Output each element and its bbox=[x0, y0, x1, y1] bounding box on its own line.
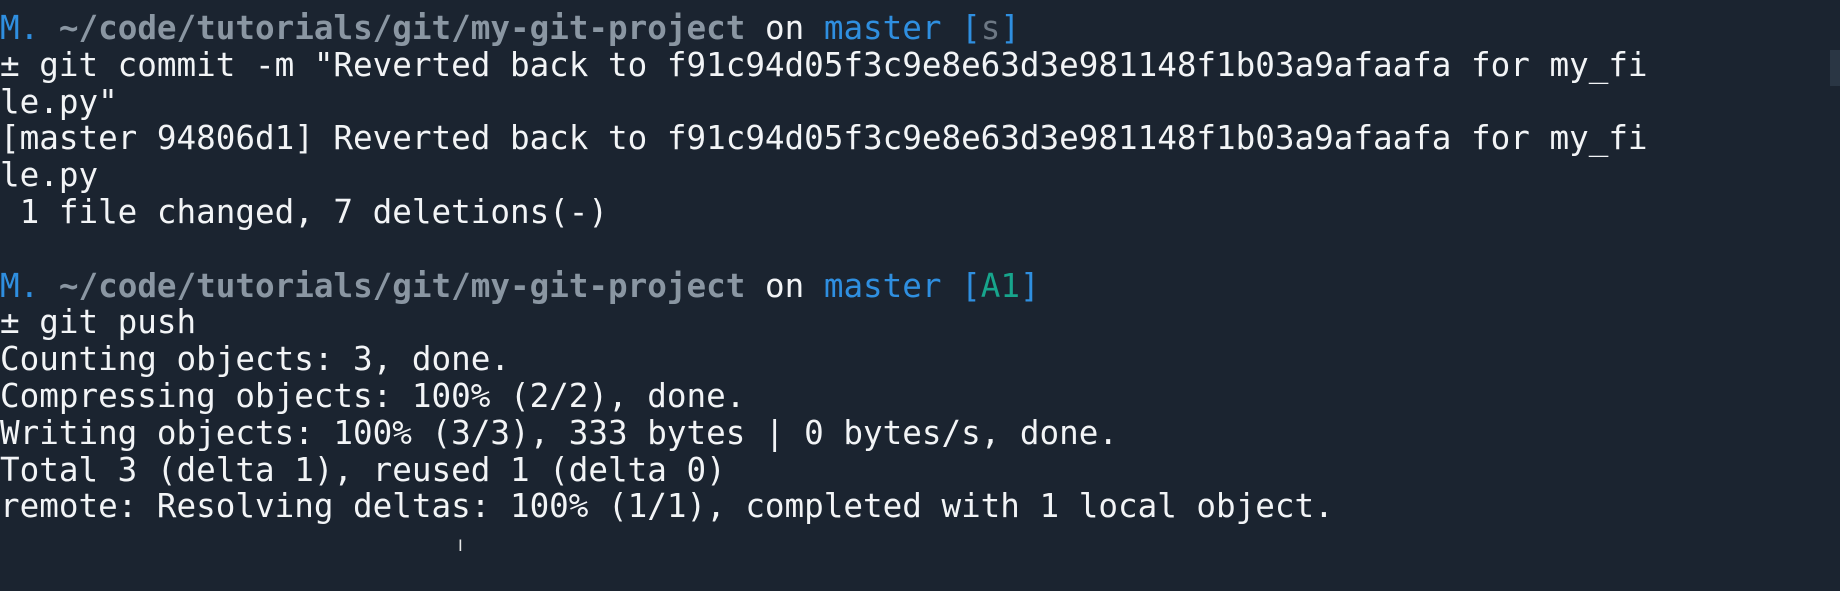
status-bracket-close: ] bbox=[1020, 266, 1040, 305]
prompt-branch: master bbox=[823, 266, 942, 305]
repo-status-flag: s bbox=[980, 9, 1001, 47]
output-line: Total 3 (delta 1), reused 1 (delta 0) bbox=[0, 450, 726, 489]
prompt-user: M. bbox=[0, 266, 40, 305]
output-line: remote: Resolving deltas: 100% (1/1), co… bbox=[0, 487, 1334, 526]
command-line: ± git commit -m "Reverted back to f91c94… bbox=[0, 45, 1648, 84]
prompt-on: on bbox=[764, 9, 805, 47]
status-bracket-open: [ bbox=[961, 9, 981, 47]
prompt-on: on bbox=[764, 266, 805, 305]
repo-status-flag: A1 bbox=[980, 266, 1020, 305]
command-line: ± git push bbox=[0, 303, 197, 342]
status-bracket-open: [ bbox=[961, 266, 981, 305]
output-line: [master 94806d1] Reverted back to f91c94… bbox=[0, 119, 1648, 158]
prompt-line: M. ~/code/tutorials/git/my-git-project o… bbox=[0, 10, 1840, 47]
command-line-wrap: le.py" bbox=[0, 82, 118, 121]
output-line: Counting objects: 3, done. bbox=[0, 340, 510, 379]
status-bracket-close: ] bbox=[1000, 9, 1021, 47]
output-line: le.py bbox=[0, 156, 99, 195]
output-line: Writing objects: 100% (3/3), 333 bytes |… bbox=[0, 413, 1118, 452]
prompt-line: M. ~/code/tutorials/git/my-git-project o… bbox=[0, 266, 1840, 305]
prompt-user: M. bbox=[0, 9, 40, 47]
prompt-path: ~/code/tutorials/git/my-git-project bbox=[58, 266, 746, 305]
terminal-window[interactable]: M. ~/code/tutorials/git/my-git-project o… bbox=[0, 0, 1840, 591]
prompt-path: ~/code/tutorials/git/my-git-project bbox=[58, 9, 746, 47]
scrollbar-thumb[interactable] bbox=[1830, 50, 1840, 86]
prompt-branch: master bbox=[823, 9, 942, 47]
text-cursor-icon: I bbox=[458, 536, 463, 555]
output-line: Compressing objects: 100% (2/2), done. bbox=[0, 376, 746, 415]
output-line: 1 file changed, 7 deletions(-) bbox=[0, 192, 609, 231]
